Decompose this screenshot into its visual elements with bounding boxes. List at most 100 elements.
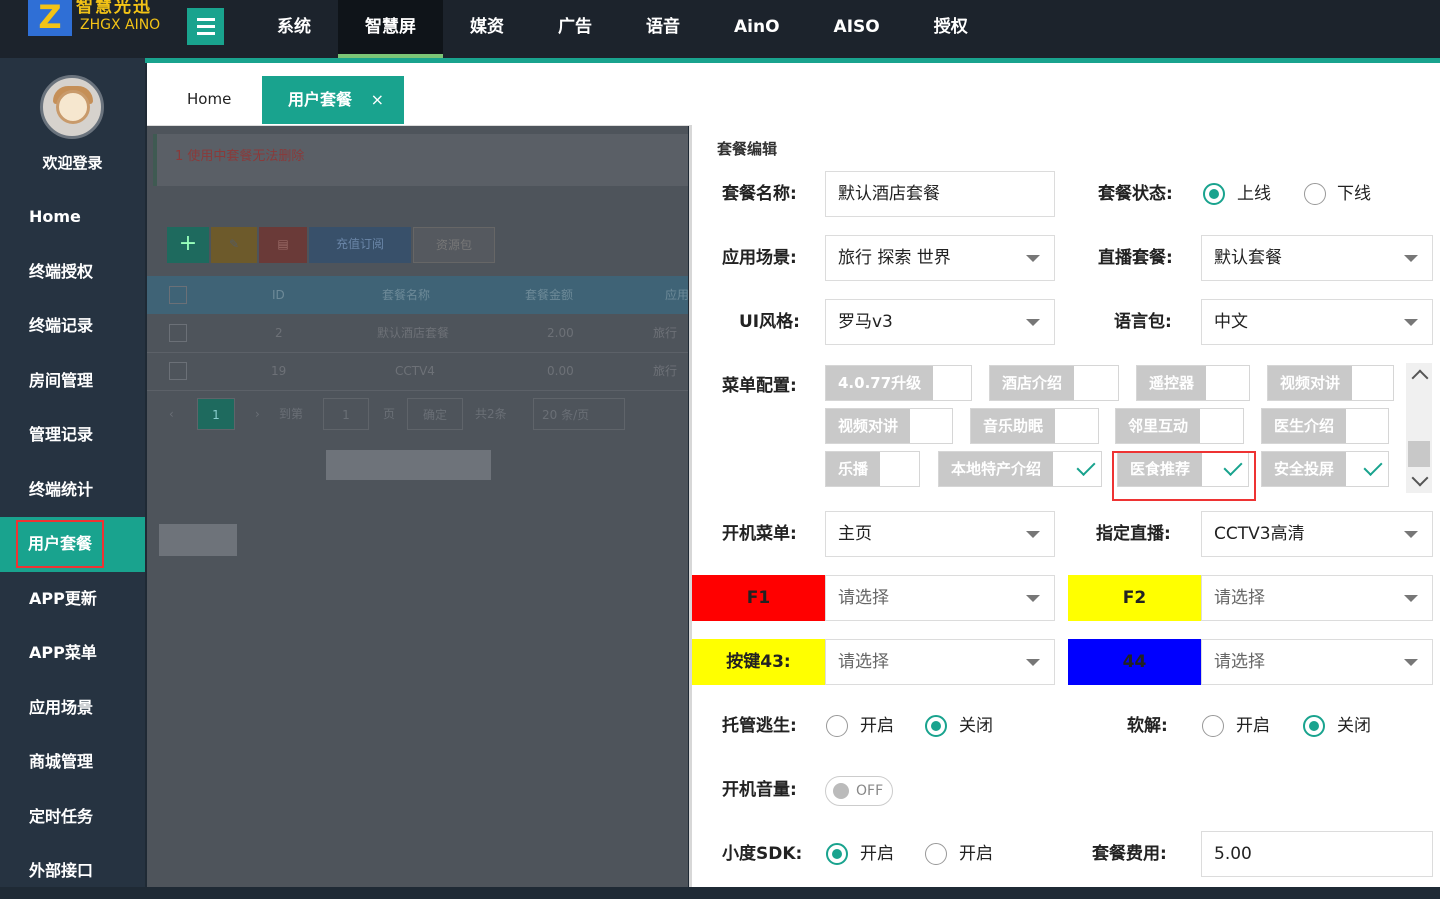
sidebar-item-scenes[interactable]: 应用场景 bbox=[0, 681, 145, 736]
list-toolbar: + ✎ ▤ 充值订阅 资源包 bbox=[167, 227, 495, 263]
sidebar-item-user-packages[interactable]: 用户套餐 bbox=[0, 517, 145, 572]
chevron-up-icon[interactable] bbox=[1411, 369, 1429, 387]
ui-style-select[interactable]: 罗马v3 bbox=[825, 299, 1055, 345]
delete-button[interactable]: ▤ bbox=[259, 227, 307, 263]
menu-item-checkbox[interactable]: 遥控器 bbox=[1136, 365, 1250, 401]
nav-media[interactable]: 媒资 bbox=[443, 0, 531, 58]
status-label: 套餐状态: bbox=[1098, 184, 1173, 204]
sidebar-menu: Home 终端授权 终端记录 房间管理 管理记录 终端统计 用户套餐 APP更新… bbox=[0, 190, 145, 899]
sdk-label: 小度SDK: bbox=[722, 844, 803, 864]
welcome-text: 欢迎登录 bbox=[42, 154, 103, 172]
boot-volume-toggle[interactable]: OFF bbox=[825, 776, 893, 806]
nav-voice[interactable]: 语音 bbox=[619, 0, 707, 58]
sidebar-item-terminal-auth[interactable]: 终端授权 bbox=[0, 245, 145, 300]
package-edit-panel: 套餐编辑 套餐名称: 默认酒店套餐 套餐状态: 上线 下线 应用场景: 旅行 探… bbox=[689, 125, 1440, 887]
sdk-alt-radio[interactable] bbox=[925, 843, 947, 865]
chevron-down-icon bbox=[1404, 659, 1418, 666]
scrollbar-thumb[interactable] bbox=[1408, 441, 1430, 467]
scene-select[interactable]: 旅行 探索 世界 bbox=[825, 235, 1055, 281]
avatar[interactable] bbox=[40, 75, 104, 139]
boot-volume-label: 开机音量: bbox=[722, 780, 797, 800]
soft-decode-off-radio[interactable] bbox=[1303, 715, 1325, 737]
tab-user-packages[interactable]: 用户套餐 × bbox=[262, 76, 404, 124]
key-44-label: 44 bbox=[1068, 639, 1201, 685]
escape-on-radio[interactable] bbox=[826, 715, 848, 737]
subscribe-button[interactable]: 充值订阅 bbox=[309, 227, 411, 263]
chevron-down-icon bbox=[1026, 319, 1040, 326]
sidebar-item-terminal-stats[interactable]: 终端统计 bbox=[0, 463, 145, 518]
menu-toggle-button[interactable] bbox=[187, 8, 224, 45]
status-offline-text: 下线 bbox=[1337, 184, 1371, 204]
escape-label: 托管逃生: bbox=[722, 716, 797, 736]
soft-decode-label: 软解: bbox=[1127, 716, 1168, 736]
page-confirm-button[interactable]: 确定 bbox=[407, 398, 463, 430]
key-43-select[interactable]: 请选择 bbox=[825, 639, 1055, 685]
page-jump-input[interactable]: 1 bbox=[323, 398, 369, 430]
key-f2-select[interactable]: 请选择 bbox=[1201, 575, 1433, 621]
sidebar-item-rooms[interactable]: 房间管理 bbox=[0, 354, 145, 409]
status-offline-radio[interactable] bbox=[1304, 183, 1326, 205]
user-avatar-icon bbox=[56, 90, 90, 124]
menu-scrollbar[interactable] bbox=[1406, 363, 1432, 493]
escape-off-radio[interactable] bbox=[925, 715, 947, 737]
top-nav: 系统 智慧屏 媒资 广告 语音 AinO AISO 授权 bbox=[250, 0, 995, 58]
soft-decode-on-radio[interactable] bbox=[1202, 715, 1224, 737]
tab-home[interactable]: Home bbox=[187, 90, 231, 108]
ui-style-label: UI风格: bbox=[739, 312, 800, 332]
channel-select[interactable]: CCTV3高清 bbox=[1201, 511, 1433, 557]
status-online-radio[interactable] bbox=[1203, 183, 1225, 205]
per-page-select[interactable]: 20 条/页 bbox=[533, 398, 625, 430]
sidebar-item-mall[interactable]: 商城管理 bbox=[0, 735, 145, 790]
menu-item-checkbox[interactable]: 视频对讲 bbox=[825, 408, 953, 444]
package-list-area: 1 使用中套餐无法删除 + ✎ ▤ 充值订阅 资源包 ID 套餐名称 套餐金额 … bbox=[147, 126, 688, 887]
sidebar-item-admin-log[interactable]: 管理记录 bbox=[0, 408, 145, 463]
nav-license[interactable]: 授权 bbox=[907, 0, 995, 58]
sidebar-item-app-menu[interactable]: APP菜单 bbox=[0, 626, 145, 681]
menu-item-checkbox[interactable]: 4.0.77升级 bbox=[825, 365, 972, 401]
add-button[interactable]: + bbox=[167, 227, 209, 263]
menu-item-checkbox-checked[interactable]: 本地特产介绍 bbox=[938, 451, 1102, 487]
sidebar-item-terminal-log[interactable]: 终端记录 bbox=[0, 299, 145, 354]
brand-logo[interactable]: Z 智慧光迅 ZHGX AINO bbox=[28, 0, 173, 42]
key-f2-label: F2 bbox=[1068, 575, 1201, 621]
blurred-content bbox=[326, 450, 491, 480]
resource-pack-button[interactable]: 资源包 bbox=[413, 227, 495, 263]
nav-aiso[interactable]: AISO bbox=[807, 0, 907, 58]
close-icon[interactable]: × bbox=[371, 76, 384, 124]
menu-item-checkbox[interactable]: 邻里互动 bbox=[1115, 408, 1244, 444]
language-select[interactable]: 中文 bbox=[1201, 299, 1433, 345]
sidebar-item-home[interactable]: Home bbox=[0, 190, 145, 245]
live-package-select[interactable]: 默认套餐 bbox=[1201, 235, 1433, 281]
chevron-down-icon[interactable] bbox=[1411, 469, 1429, 487]
edit-button[interactable]: ✎ bbox=[211, 227, 257, 263]
select-all-checkbox[interactable] bbox=[169, 286, 187, 304]
menu-item-checkbox[interactable]: 乐播 bbox=[825, 451, 920, 487]
menu-item-checkbox[interactable]: 酒店介绍 bbox=[989, 365, 1119, 401]
sdk-on-radio[interactable] bbox=[826, 843, 848, 865]
chevron-down-icon bbox=[1404, 319, 1418, 326]
nav-system[interactable]: 系统 bbox=[250, 0, 338, 58]
package-name-input[interactable]: 默认酒店套餐 bbox=[825, 171, 1055, 217]
package-fee-input[interactable]: 5.00 bbox=[1201, 831, 1433, 877]
table-row[interactable]: 2 默认酒店套餐 2.00 旅行 bbox=[147, 314, 688, 353]
next-page-icon[interactable]: › bbox=[255, 398, 260, 430]
boot-menu-select[interactable]: 主页 bbox=[825, 511, 1055, 557]
sidebar-item-external-api[interactable]: 外部接口 bbox=[0, 844, 145, 899]
nav-smart-screen[interactable]: 智慧屏 bbox=[338, 0, 443, 58]
sidebar-item-app-update[interactable]: APP更新 bbox=[0, 572, 145, 627]
row-checkbox[interactable] bbox=[169, 362, 187, 380]
key-44-select[interactable]: 请选择 bbox=[1201, 639, 1433, 685]
row-checkbox[interactable] bbox=[169, 324, 187, 342]
nav-aino[interactable]: AinO bbox=[707, 0, 807, 58]
menu-item-checkbox-checked[interactable]: 安全投屏 bbox=[1261, 451, 1389, 487]
table-row[interactable]: 19 CCTV4 0.00 旅行 bbox=[147, 352, 688, 391]
blurred-content bbox=[159, 524, 237, 556]
sidebar-item-scheduled[interactable]: 定时任务 bbox=[0, 790, 145, 845]
prev-page-icon[interactable]: ‹ bbox=[169, 398, 174, 430]
menu-item-checkbox[interactable]: 视频对讲 bbox=[1267, 365, 1394, 401]
key-f1-select[interactable]: 请选择 bbox=[825, 575, 1055, 621]
page-current[interactable]: 1 bbox=[197, 398, 235, 430]
menu-item-checkbox[interactable]: 医生介绍 bbox=[1261, 408, 1389, 444]
nav-ads[interactable]: 广告 bbox=[531, 0, 619, 58]
menu-item-checkbox[interactable]: 音乐助眠 bbox=[970, 408, 1099, 444]
